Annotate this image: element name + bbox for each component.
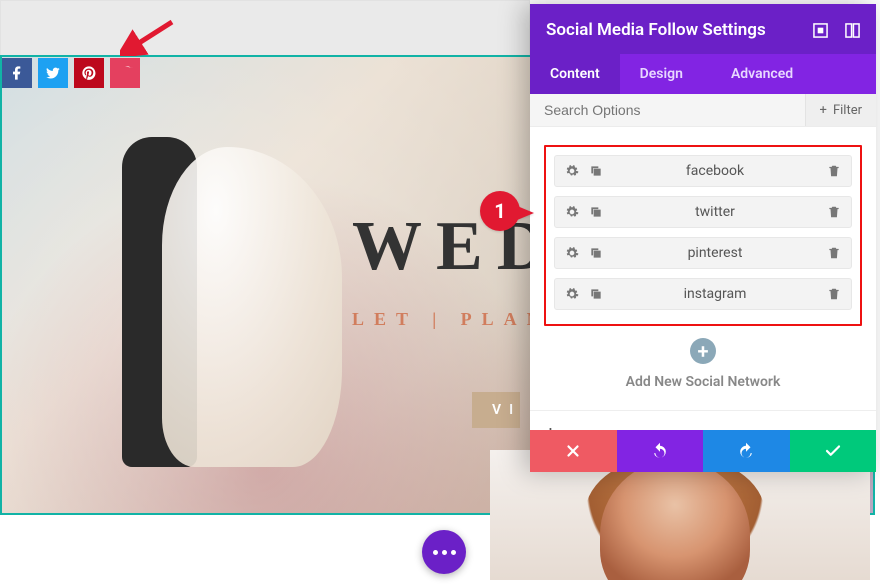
panel-tabs: Content Design Advanced <box>530 54 876 94</box>
save-button[interactable] <box>790 430 877 472</box>
builder-fab[interactable] <box>422 530 466 574</box>
annotation-callout-1: 1 <box>460 191 520 233</box>
panel-search-row: + Filter <box>530 94 876 127</box>
icon-accordion[interactable]: Icon ⌄ <box>530 410 876 430</box>
duplicate-icon[interactable] <box>589 164 603 178</box>
add-network-row: + Add New Social Network <box>544 338 862 390</box>
close-icon <box>564 442 582 460</box>
duplicate-icon[interactable] <box>589 287 603 301</box>
network-label: facebook <box>603 163 827 179</box>
network-label: pinterest <box>603 245 827 261</box>
annotation-highlight-box: facebook twitter pintere <box>544 145 862 326</box>
network-label: instagram <box>603 286 827 302</box>
add-network-label: Add New Social Network <box>626 374 781 390</box>
trash-icon[interactable] <box>827 287 841 301</box>
duplicate-icon[interactable] <box>589 205 603 219</box>
undo-icon <box>651 442 669 460</box>
redo-button[interactable] <box>703 430 790 472</box>
network-label: twitter <box>603 204 827 220</box>
twitter-icon[interactable] <box>38 58 68 88</box>
network-item[interactable]: twitter <box>554 196 852 228</box>
gear-icon[interactable] <box>565 246 579 260</box>
filter-button[interactable]: + Filter <box>805 94 876 126</box>
panel-body: facebook twitter pintere <box>530 127 876 430</box>
social-follow-module[interactable] <box>2 58 140 88</box>
trash-icon[interactable] <box>827 164 841 178</box>
page-topbar <box>0 0 530 56</box>
hero-view-button[interactable]: VIE <box>472 392 520 428</box>
network-item[interactable]: pinterest <box>554 237 852 269</box>
callout-pointer <box>510 203 534 223</box>
pinterest-icon[interactable] <box>74 58 104 88</box>
instagram-icon[interactable] <box>110 58 140 88</box>
builder-canvas: WEDDI LET | PLAN YOU VIE Social Media Fo… <box>0 0 880 585</box>
panel-action-bar <box>530 430 876 472</box>
hero-photo <box>102 127 332 507</box>
plus-icon: + <box>820 103 827 118</box>
check-icon <box>824 442 842 460</box>
annotation-arrow <box>120 16 180 56</box>
tab-design[interactable]: Design <box>620 54 703 94</box>
snap-icon[interactable] <box>812 22 828 38</box>
panel-header: Social Media Follow Settings <box>530 4 876 54</box>
tab-content[interactable]: Content <box>530 54 620 94</box>
gear-icon[interactable] <box>565 164 579 178</box>
network-item[interactable]: facebook <box>554 155 852 187</box>
network-item[interactable]: instagram <box>554 278 852 310</box>
settings-panel: Social Media Follow Settings Content Des… <box>530 4 876 472</box>
add-network-button[interactable]: + <box>690 338 716 364</box>
gear-icon[interactable] <box>565 287 579 301</box>
tab-advanced[interactable]: Advanced <box>703 54 813 94</box>
filter-label: Filter <box>833 103 862 118</box>
search-input[interactable] <box>530 94 805 126</box>
cancel-button[interactable] <box>530 430 617 472</box>
trash-icon[interactable] <box>827 205 841 219</box>
trash-icon[interactable] <box>827 246 841 260</box>
duplicate-icon[interactable] <box>589 246 603 260</box>
expand-icon[interactable] <box>844 22 860 38</box>
redo-icon <box>737 442 755 460</box>
undo-button[interactable] <box>617 430 704 472</box>
panel-title: Social Media Follow Settings <box>546 20 766 40</box>
gear-icon[interactable] <box>565 205 579 219</box>
facebook-icon[interactable] <box>2 58 32 88</box>
